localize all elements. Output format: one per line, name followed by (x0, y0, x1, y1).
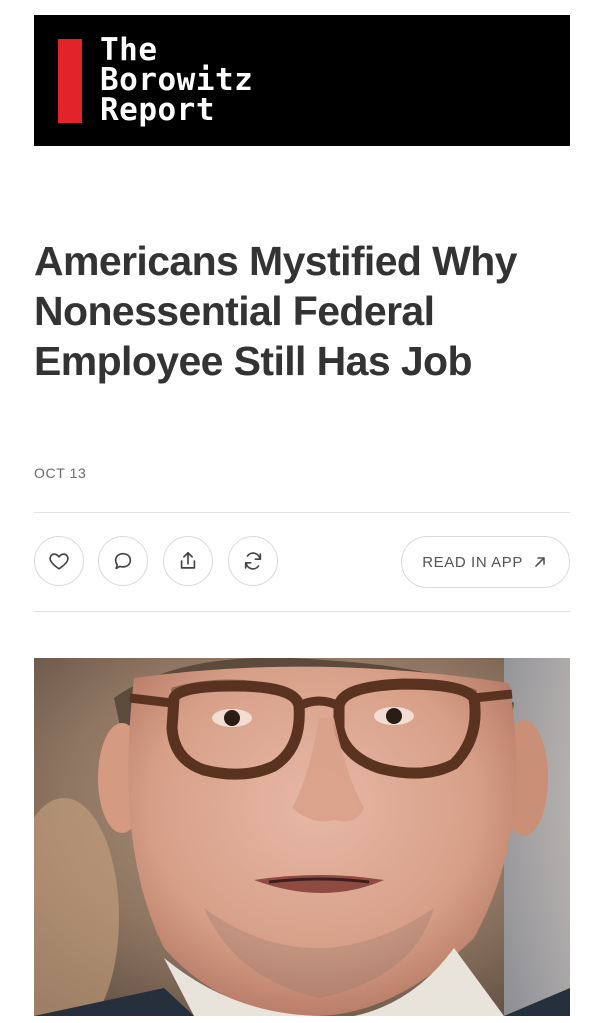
article-photo[interactable] (34, 658, 570, 1016)
logo-line-3: Report (100, 92, 215, 128)
masthead[interactable]: The Borowitz Report (34, 15, 570, 146)
divider-top (34, 512, 570, 513)
red-accent-bar (58, 39, 82, 123)
read-in-app-button[interactable]: READ IN APP (401, 536, 570, 588)
share-button[interactable] (163, 536, 213, 586)
comment-button[interactable] (98, 536, 148, 586)
logo-line-1: The (100, 32, 158, 68)
action-bar: READ IN APP (34, 536, 570, 588)
article-headline: Americans Mystified Why Nonessential Fed… (34, 238, 517, 384)
heart-icon (49, 553, 69, 570)
restack-icon (244, 552, 262, 570)
publication-logo: The Borowitz Report (100, 32, 254, 128)
logo-line-2: Borowitz (100, 62, 254, 98)
arrow-up-right-icon (535, 557, 545, 567)
speech-bubble-icon (114, 552, 132, 570)
article-date: OCT 13 (34, 465, 87, 481)
portrait-illustration (34, 658, 570, 1016)
read-in-app-label: READ IN APP (422, 553, 523, 571)
divider-bottom (34, 611, 570, 612)
restack-button[interactable] (228, 536, 278, 586)
share-icon (180, 551, 196, 569)
like-button[interactable] (34, 536, 84, 586)
